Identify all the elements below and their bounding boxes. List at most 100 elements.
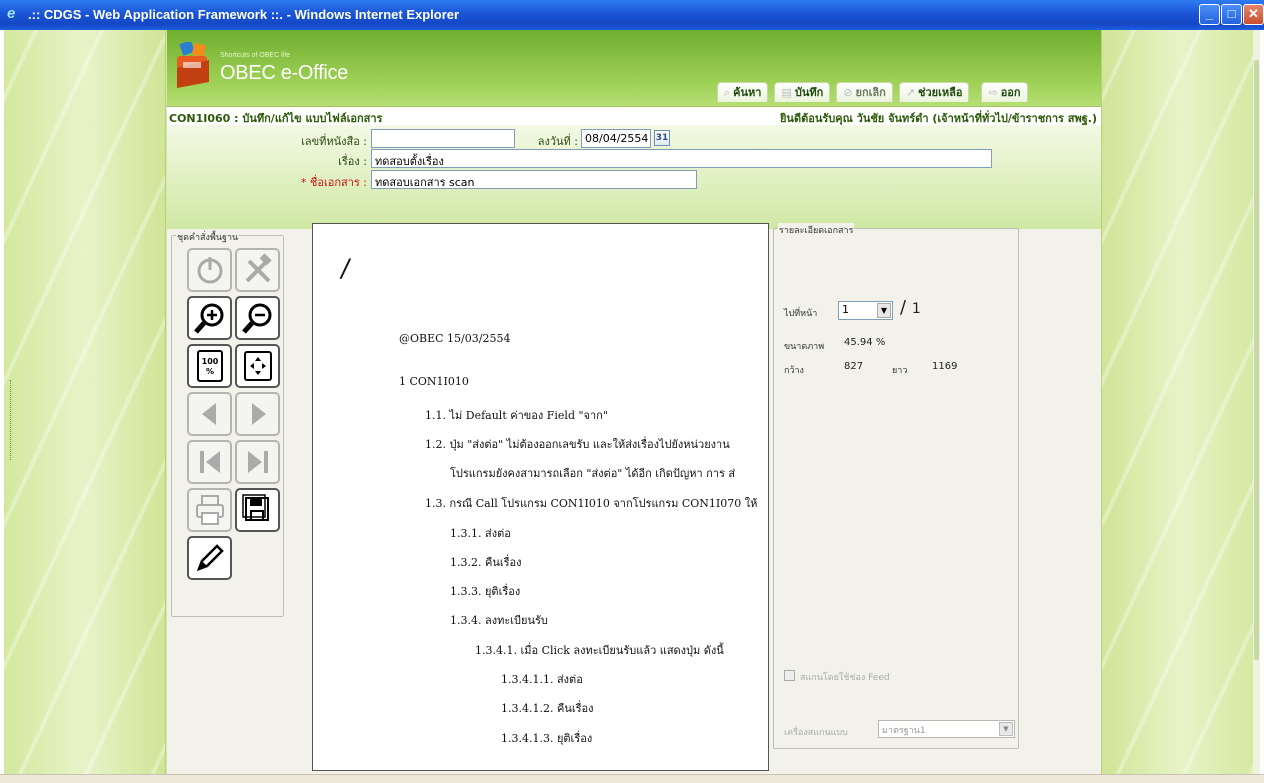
scanner-select[interactable]: มาตรฐาน1 ▼ <box>878 720 1015 738</box>
window-titlebar: e .:: CDGS - Web Application Framework :… <box>0 0 1264 30</box>
doc-line: 1.3.4. ลงทะเบียนรับ <box>450 614 548 627</box>
close-window-button[interactable]: ✕ <box>1243 4 1264 25</box>
svg-text:100: 100 <box>201 357 218 366</box>
tools-button[interactable] <box>235 248 280 292</box>
feed-checkbox[interactable] <box>784 670 795 681</box>
save-label: บันทึก <box>794 85 824 99</box>
date-input[interactable]: 08/04/2554 <box>581 129 651 148</box>
document-viewer[interactable]: / @OBEC 15/03/2554 1 CON1I010 1.1. ไม่ D… <box>312 223 769 771</box>
save-file-button[interactable] <box>235 488 280 532</box>
document-form: เลขที่หนังสือ : ลงวันที่ : 08/04/2554 31… <box>167 125 1101 229</box>
doc-line: โปรแกรมยังคงสามารถเลือก "ส่งต่อ" ได้อีก … <box>450 467 736 480</box>
zoom-out-icon <box>241 303 271 334</box>
zoom-in-icon <box>193 303 223 334</box>
width-value: 827 <box>844 361 864 372</box>
minimize-button[interactable]: _ <box>1199 4 1220 25</box>
right-background <box>1101 30 1260 774</box>
zoom-unit: % <box>875 337 886 348</box>
vertical-scrollbar[interactable] <box>1253 30 1260 774</box>
first-page-icon <box>199 451 220 473</box>
scanner-label: เครื่องสแกนแบบ <box>784 728 848 738</box>
power-button[interactable] <box>187 248 232 292</box>
doc-line: @OBEC 15/03/2554 <box>399 332 511 345</box>
fit-page-button[interactable] <box>235 344 280 388</box>
doc-line: 1.3.4.1.2. คืนเรื่อง <box>501 702 594 715</box>
svg-text:%: % <box>205 367 213 376</box>
doc-mark: / <box>338 253 352 285</box>
cancel-button[interactable]: ⊘ ยกเลิก <box>836 82 893 102</box>
subject-label: เรื่อง : <box>338 155 367 168</box>
details-legend: รายละเอียดเอกสาร <box>778 223 855 237</box>
app-header: Shortcuts of OBEC life OBEC e-Office ⌕ ค้… <box>167 30 1101 106</box>
first-page-button[interactable] <box>187 440 232 484</box>
fit-page-icon <box>243 351 272 381</box>
help-label: ช่วยเหลือ <box>918 85 963 99</box>
doc-line: 1.3.4.1.3. ยุติเรื่อง <box>501 732 593 745</box>
logo-tagline: Shortcuts of OBEC life <box>220 52 291 59</box>
left-grip[interactable] <box>10 380 13 460</box>
logo-title: OBEC e-Office <box>220 62 348 84</box>
docname-input[interactable]: ทดสอบเอกสาร scan <box>371 170 697 189</box>
page-select-value: 1 <box>842 303 849 316</box>
zoom-in-button[interactable] <box>187 296 232 340</box>
cancel-icon: ⊘ <box>843 85 853 99</box>
docname-label-text: ชื่อเอกสาร : <box>309 176 367 189</box>
required-star: * <box>300 176 307 189</box>
zoom-out-button[interactable] <box>235 296 280 340</box>
goto-page-label: ไปที่หน้า <box>784 309 818 319</box>
last-page-icon <box>247 451 268 473</box>
zoom-100-icon: 100% <box>196 350 223 382</box>
actual-size-button[interactable]: 100% <box>187 344 232 388</box>
chevron-down-icon: ▼ <box>999 722 1013 736</box>
doc-line: 1.3.3. ยุติเรื่อง <box>450 585 521 598</box>
tools-icon <box>245 253 272 283</box>
top-nav: ⌕ ค้นหา ▤ บันทึก ⊘ ยกเลิก ↗ ช่วยเหลือ ⇨ ออก <box>717 82 1028 102</box>
docname-label: * ชื่อเอกสาร : <box>301 173 367 191</box>
prev-icon <box>201 403 216 425</box>
width-label: กว้าง <box>784 366 804 376</box>
save-button[interactable]: ▤ บันทึก <box>774 82 831 102</box>
height-label: ยาว <box>892 366 908 376</box>
pencil-icon <box>196 544 224 572</box>
exit-button[interactable]: ⇨ ออก <box>981 82 1028 102</box>
browser-content: Shortcuts of OBEC life OBEC e-Office ⌕ ค้… <box>4 30 1260 774</box>
doc-line: 1.3.2. คืนเรื่อง <box>450 556 522 569</box>
search-button[interactable]: ⌕ ค้นหา <box>717 82 769 102</box>
doc-no-input[interactable] <box>371 129 515 148</box>
app-panel: Shortcuts of OBEC life OBEC e-Office ⌕ ค้… <box>167 30 1101 774</box>
page-select[interactable]: 1 ▼ <box>838 301 893 320</box>
maximize-button[interactable]: □ <box>1221 4 1242 25</box>
window-title: .:: CDGS - Web Application Framework ::.… <box>28 7 460 22</box>
toolbox: 100% <box>171 240 284 615</box>
page-separator: / 1 <box>900 297 921 318</box>
doc-line: 1.3.4.1. เมื่อ Click ลงทะเบียนรับแล้ว แส… <box>475 644 724 657</box>
doc-no-label: เลขที่หนังสือ : <box>301 135 367 148</box>
ie-icon: e <box>7 5 16 22</box>
zoom-value: 45.94 % <box>844 337 885 348</box>
page-total: 1 <box>911 301 921 317</box>
floppy-icon <box>241 494 269 521</box>
scanner-value: มาตรฐาน1 <box>882 726 926 736</box>
search-label: ค้นหา <box>733 85 762 99</box>
next-page-button[interactable] <box>235 392 280 436</box>
power-icon <box>197 257 222 284</box>
left-background <box>4 30 166 774</box>
exit-label: ออก <box>1000 85 1021 99</box>
help-button[interactable]: ↗ ช่วยเหลือ <box>898 82 970 102</box>
obec-logo-icon <box>177 42 209 88</box>
chevron-down-icon: ▼ <box>877 303 891 318</box>
doc-line: 1 CON1I010 <box>399 375 469 388</box>
print-icon <box>195 495 224 525</box>
last-page-button[interactable] <box>235 440 280 484</box>
subject-input[interactable]: ทดสอบตั้งเรื่อง <box>371 149 992 168</box>
page-sep: / <box>900 297 907 318</box>
calendar-icon[interactable]: 31 <box>654 130 670 146</box>
help-icon: ↗ <box>905 85 916 99</box>
edit-button[interactable] <box>187 536 232 580</box>
date-label: ลงวันที่ : <box>537 135 578 148</box>
title-bar: CON1I060 : บันทึก/แก้ไข แบบไฟล์เอกสาร ยิ… <box>167 106 1101 125</box>
prev-page-button[interactable] <box>187 392 232 436</box>
scroll-thumb[interactable] <box>1254 60 1259 660</box>
print-button[interactable] <box>187 488 232 532</box>
doc-line: 1.1. ไม่ Default ค่าของ Field "จาก" <box>425 409 608 422</box>
